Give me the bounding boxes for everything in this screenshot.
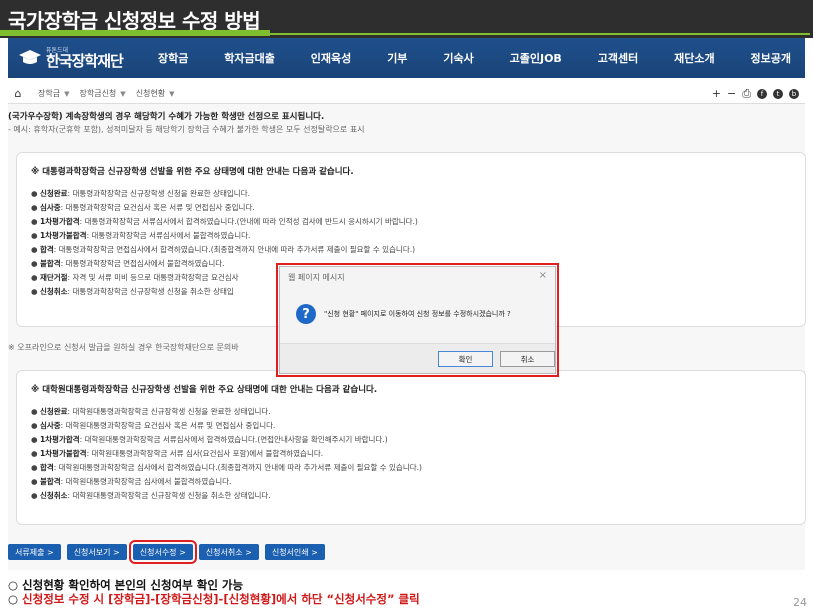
title-underline-thin: [270, 33, 810, 35]
title-underline: [0, 30, 270, 36]
ok-button[interactable]: 확인: [438, 351, 493, 367]
close-icon[interactable]: ×: [539, 270, 547, 281]
nav-item-scholarship[interactable]: 장학금: [158, 50, 188, 66]
offline-notice: ※ 오프라인으로 신청서 발급을 원하실 경우 한국장학재단으로 문의바: [8, 343, 239, 352]
cancel-application-button[interactable]: 신청서취소 >: [198, 544, 259, 560]
view-application-button[interactable]: 신청서보기 >: [66, 544, 127, 560]
print-application-button[interactable]: 신청서인쇄 >: [264, 544, 325, 560]
nav-item-job[interactable]: 고졸인JOB: [510, 50, 562, 66]
submit-documents-button[interactable]: 서류제출 >: [8, 544, 61, 560]
list-item: ● 1차평가불합격: 대통령과학장학금 서류심사에서 불합격하였습니다.: [31, 231, 251, 240]
nav-item-loan[interactable]: 학자금대출: [224, 50, 275, 66]
dialog-button-area: 확인 취소: [280, 343, 555, 373]
info-box-heading: ※ 대학원대통령과학장학금 신규장학생 선발을 위한 주요 상태명에 대한 안내…: [31, 385, 378, 395]
chevron-down-icon: ▼: [64, 89, 70, 98]
list-item: ● 불합격: 대학원대통령과학장학금 심사에서 불합격하였습니다.: [31, 477, 232, 486]
nav-item-about[interactable]: 재단소개: [674, 50, 714, 66]
caption-line-2: ○ 신청정보 수정 시 [장학금]-[장학금신청]-[신청현황]에서 하단 “신…: [8, 592, 420, 606]
breadcrumb: ⌂ 장학금 ▼ 장학금신청 ▼ 신청현황 ▼ + − ⎙ f t b: [8, 84, 805, 104]
main-nav: 퓨톤드대 한국장학재단 장학금 학자금대출 인재육성 기부 기숙사 고졸인JOB…: [8, 38, 805, 78]
graduation-cap-icon: [18, 49, 42, 67]
list-item: ● 심사중: 대학원대통령과학장학금 요건심사 혹은 서류 및 면접심사 중입니…: [31, 421, 276, 430]
nav-item-donation[interactable]: 기부: [387, 50, 407, 66]
list-item: ● 1차평가합격: 대통령과학장학금 서류심사에서 합격하였습니다.(안내에 따…: [31, 217, 418, 226]
list-item: ● 합격: 대학원대통령과학장학금 심사에서 합격하였습니다.(최종합격까지 안…: [31, 463, 422, 472]
edit-application-button[interactable]: 신청서수정 >: [128, 540, 197, 564]
chevron-down-icon: ▼: [169, 89, 175, 98]
nav-item-dormitory[interactable]: 기숙사: [443, 50, 473, 66]
list-item: ● 신청완료: 대학원대통령과학장학금 신규장학생 신청을 완료한 상태입니다.: [31, 407, 271, 416]
list-item: ● 심사중: 대통령과학장학금 요건심사 혹은 서류 및 면접심사 중입니다.: [31, 203, 255, 212]
logo-text: 한국장학재단: [46, 51, 124, 70]
nav-item-customer-center[interactable]: 고객센터: [598, 50, 638, 66]
dialog-message: "신청 현황" 페이지로 이동하여 신청 정보를 수정하시겠습니까 ?: [324, 310, 511, 318]
blog-icon[interactable]: b: [789, 88, 799, 99]
zoom-out-icon[interactable]: −: [727, 87, 736, 100]
twitter-icon[interactable]: t: [773, 88, 783, 99]
list-item: ● 신청완료: 대통령과학장학금 신규장학생 신청을 완료한 상태입니다.: [31, 189, 250, 198]
dialog-title: 웹 페이지 메시지: [288, 273, 345, 282]
nav-item-talent[interactable]: 인재육성: [311, 50, 351, 66]
cancel-button[interactable]: 취소: [500, 351, 555, 367]
list-item: ● 신청취소: 대학원대통령과학장학금 신규장학생 신청을 취소한 상태입니다.: [31, 491, 271, 500]
confirm-dialog: 웹 페이지 메시지 × ? "신청 현황" 페이지로 이동하여 신청 정보를 수…: [276, 263, 559, 377]
site-logo[interactable]: 퓨톤드대 한국장학재단: [8, 47, 158, 70]
info-box-graduate: ※ 대학원대통령과학장학금 신규장학생 선발을 위한 주요 상태명에 대한 안내…: [16, 370, 806, 525]
list-item: ● 1차평가합격: 대학원대통령과학장학금 서류심사에서 합격하였습니다.(면접…: [31, 435, 388, 444]
page-number: 24: [793, 596, 807, 609]
nav-item-disclosure[interactable]: 정보공개: [751, 50, 791, 66]
zoom-in-icon[interactable]: +: [712, 87, 721, 100]
facebook-icon[interactable]: f: [757, 88, 767, 99]
info-box-heading: ※ 대통령과학장학금 신규장학생 선발을 위한 주요 상태명에 대한 안내는 다…: [31, 167, 354, 177]
notice-text: (국가우수장학) 계속장학생의 경우 해당학기 수혜가 가능한 학생만 선정으로…: [8, 112, 325, 122]
chevron-down-icon: ▼: [120, 89, 126, 98]
breadcrumb-item-scholarship[interactable]: 장학금 ▼: [38, 88, 69, 99]
breadcrumb-item-status[interactable]: 신청현황 ▼: [136, 88, 175, 99]
list-item: ● 1차평가불합격: 대학원대통령과학장학금 서류 심사(요건심사 포함)에서 …: [31, 449, 324, 458]
breadcrumb-item-application[interactable]: 장학금신청 ▼: [79, 88, 125, 99]
question-icon: ?: [296, 304, 316, 324]
list-item: ● 합격: 대통령과학장학금 면접심사에서 합격하였습니다.(최종합격까지 안내…: [31, 245, 416, 254]
home-icon[interactable]: ⌂: [8, 87, 28, 100]
print-icon[interactable]: ⎙: [742, 87, 751, 101]
notice-example: - 예시: 휴학자(군휴학 포함), 성적미달자 등 해당학기 장학금 수혜가 …: [8, 125, 365, 134]
action-buttons: 서류제출 > 신청서보기 > 신청서수정 > 신청서취소 > 신청서인쇄 >: [8, 540, 325, 564]
blank-overlay: [683, 226, 733, 235]
